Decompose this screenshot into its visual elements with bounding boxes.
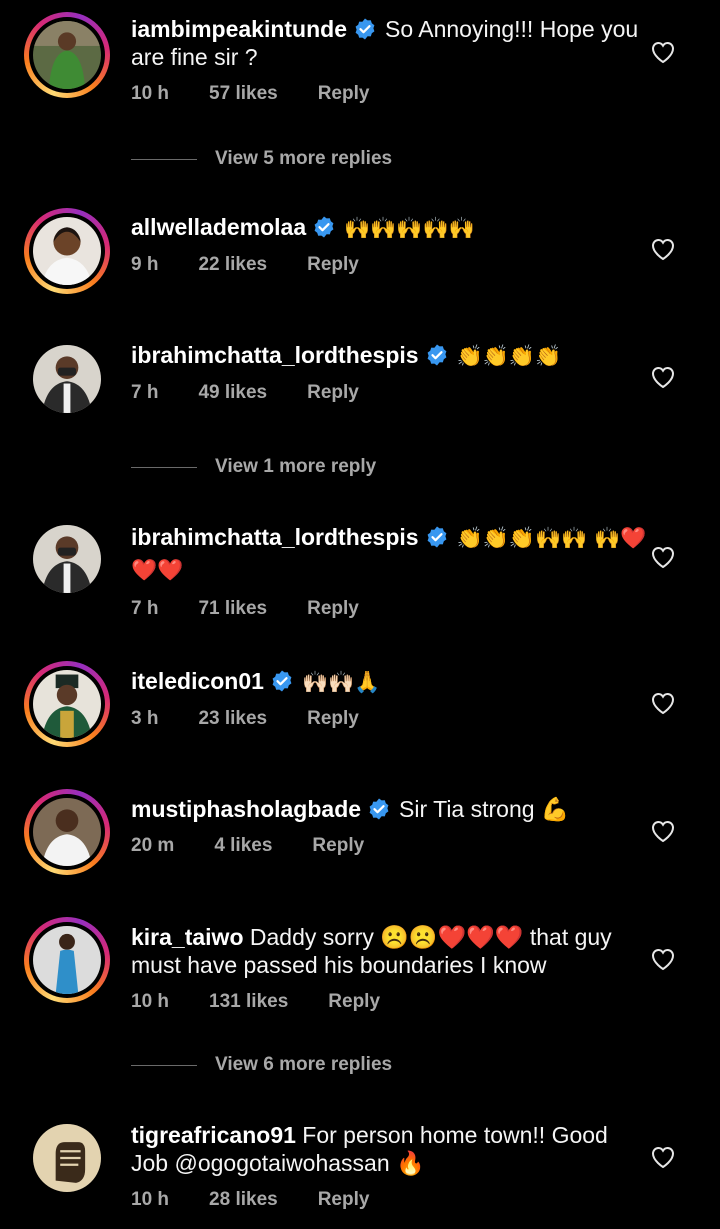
comment-username[interactable]: tigreafricano91 <box>131 1122 296 1148</box>
verified-badge-icon <box>425 343 449 367</box>
avatar[interactable] <box>24 917 110 1003</box>
comment-likes[interactable]: 71 likes <box>198 598 267 620</box>
heart-icon[interactable] <box>650 545 676 569</box>
verified-badge-icon <box>353 17 377 41</box>
comment-text: mustiphasholagbade Sir Tia strong 💪 <box>131 795 650 823</box>
reply-button[interactable]: Reply <box>307 708 359 730</box>
verified-badge-icon <box>425 525 449 549</box>
avatar[interactable] <box>24 1115 110 1201</box>
comment-body: 🙌🙌🙌🙌🙌 <box>344 216 475 240</box>
heart-icon[interactable] <box>650 1145 676 1169</box>
reply-button[interactable]: Reply <box>307 598 359 620</box>
divider-line <box>131 466 197 468</box>
verified-badge-icon <box>312 215 336 239</box>
comment-likes[interactable]: 4 likes <box>214 835 272 857</box>
comment-likes[interactable]: 22 likes <box>198 254 267 276</box>
heart-icon[interactable] <box>650 691 676 715</box>
comment-time: 3 h <box>131 708 159 729</box>
comment-body: 👏👏👏👏 <box>456 344 562 368</box>
comment-username[interactable]: ibrahimchatta_lordthespis <box>131 342 419 368</box>
comment-time: 10 h <box>131 1189 170 1210</box>
avatar[interactable] <box>24 208 110 294</box>
comment-likes[interactable]: 49 likes <box>198 382 267 404</box>
view-more-label[interactable]: View 1 more reply <box>215 456 376 478</box>
reply-button[interactable]: Reply <box>307 382 359 404</box>
comment-time: 10 h <box>131 991 170 1012</box>
reply-button[interactable]: Reply <box>318 83 370 105</box>
comment-likes[interactable]: 131 likes <box>209 991 288 1013</box>
comment-time: 10 h <box>131 83 170 104</box>
reply-button[interactable]: Reply <box>318 1189 370 1211</box>
avatar[interactable] <box>24 336 110 422</box>
avatar[interactable] <box>24 661 110 747</box>
comment-text: iteledicon01 🙌🏻🙌🏻🙏 <box>131 667 650 696</box>
view-more-replies[interactable]: View 5 more replies <box>131 148 392 170</box>
view-more-label[interactable]: View 5 more replies <box>215 148 392 170</box>
comment-text: tigreafricano91 For person home town!! G… <box>131 1121 650 1177</box>
divider-line <box>131 1064 197 1066</box>
avatar[interactable] <box>24 12 110 98</box>
comment-body: 🙌🏻🙌🏻🙏 <box>301 670 381 694</box>
heart-icon[interactable] <box>650 947 676 971</box>
heart-icon[interactable] <box>650 237 676 261</box>
comment-text: ibrahimchatta_lordthespis 👏👏👏🙌🙌 🙌❤️❤️❤️ <box>131 522 650 586</box>
comment-text: allwellademolaa 🙌🙌🙌🙌🙌 <box>131 213 650 242</box>
view-more-replies[interactable]: View 1 more reply <box>131 456 376 478</box>
comment-time: 7 h <box>131 598 159 619</box>
view-more-replies[interactable]: View 6 more replies <box>131 1054 392 1076</box>
avatar[interactable] <box>24 789 110 875</box>
comment-body: Sir Tia strong 💪 <box>399 796 570 822</box>
heart-icon[interactable] <box>650 40 676 64</box>
comment-likes[interactable]: 57 likes <box>209 83 278 105</box>
comment-username[interactable]: mustiphasholagbade <box>131 796 361 822</box>
comment-username[interactable]: kira_taiwo <box>131 924 244 950</box>
comment-text: ibrahimchatta_lordthespis 👏👏👏👏 <box>131 341 650 370</box>
reply-button[interactable]: Reply <box>328 991 380 1013</box>
comment-time: 7 h <box>131 382 159 403</box>
comment-likes[interactable]: 28 likes <box>209 1189 278 1211</box>
comment-likes[interactable]: 23 likes <box>198 708 267 730</box>
heart-icon[interactable] <box>650 819 676 843</box>
comment-time: 9 h <box>131 254 159 275</box>
heart-icon[interactable] <box>650 365 676 389</box>
comment-username[interactable]: iteledicon01 <box>131 668 264 694</box>
comment-username[interactable]: ibrahimchatta_lordthespis <box>131 524 419 550</box>
reply-button[interactable]: Reply <box>312 835 364 857</box>
comment-username[interactable]: iambimpeakintunde <box>131 16 347 42</box>
reply-button[interactable]: Reply <box>307 254 359 276</box>
verified-badge-icon <box>367 797 391 821</box>
comment-time: 20 m <box>131 835 175 856</box>
view-more-label[interactable]: View 6 more replies <box>215 1054 392 1076</box>
comment-text: iambimpeakintunde So Annoying!!! Hope you… <box>131 15 650 71</box>
avatar[interactable] <box>24 516 110 602</box>
comment-text: kira_taiwo Daddy sorry ☹️☹️❤️❤️❤️ that g… <box>131 923 650 979</box>
verified-badge-icon <box>270 669 294 693</box>
comment-username[interactable]: allwellademolaa <box>131 214 306 240</box>
divider-line <box>131 158 197 160</box>
